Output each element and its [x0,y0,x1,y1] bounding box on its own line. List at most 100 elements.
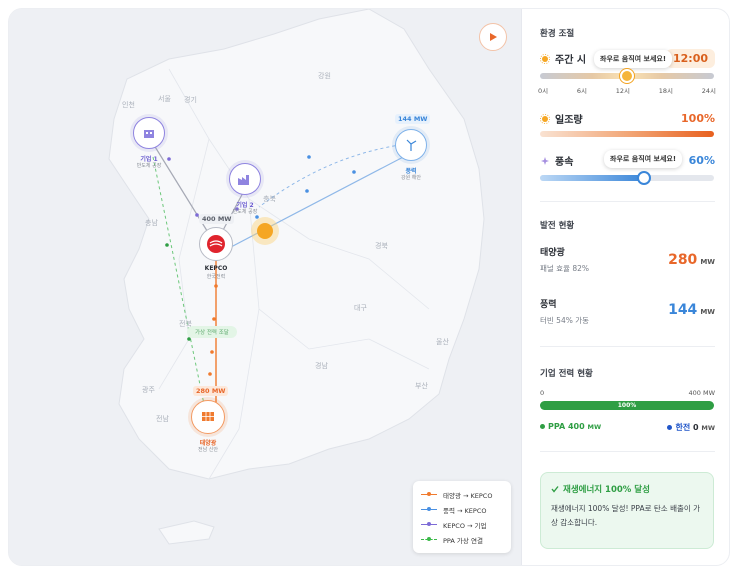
ppa-stat-unit: MW [587,423,602,431]
sunlight-label-text: 일조량 [555,115,583,126]
play-button[interactable] [479,23,507,51]
ppa-label: 가상 전력 조달 [187,326,237,338]
solar-gen-value: 280 [668,252,698,268]
kepco-stat-value: 0 [692,423,699,432]
sunlight-label: 일조량 [540,111,583,126]
solar-gen-desc: 패널 효율 82% [540,264,590,273]
jeju-island-shape [158,520,215,545]
solar-gen-value-group: 280 MW [668,249,715,268]
daytime-label-text: 주간 시 [555,55,587,66]
app-frame: 강원 서울 경기 인천 충북 충남 경북 대구 전북 울산 광주 전남 경남 부… [8,8,730,566]
solar-badge: 280 MW [193,386,229,396]
legend-item: 풍력 → KEPCO [421,502,503,517]
windspeed-tooltip: 좌우로 움직여 보세요! [604,150,683,168]
wind-badge: 144 MW [395,114,431,124]
legend-label: KEPCO → 기업 [443,521,487,530]
alert-body: 재생에너지 100% 달성! PPA로 탄소 배출이 가상 감소합니다. [551,504,701,527]
divider [540,201,715,202]
wind-gen-unit: MW [700,308,715,316]
solar-gen-info: 태양광 패널 효율 82% [540,245,589,274]
sunlight-bar[interactable] [540,131,714,137]
region-label: 서울 [158,95,171,103]
daytime-slider-thumb[interactable] [620,69,634,83]
solar-gen-name: 태양광 [540,248,565,258]
wind-icon [541,156,549,165]
daytime-label: 주간 시 [540,51,586,66]
renewable-alert: 재생에너지 100% 달성 재생에너지 100% 달성! PPA로 탄소 배출이… [540,472,714,549]
region-label: 부산 [415,382,428,390]
ppa-stat: PPA 400 MW [540,422,601,431]
control-panel: 환경 조절 주간 시 12:00 좌우로 움직여 보세요! 0시 6시 12시 … [521,9,729,565]
map-legend: 태양광 → KEPCO 풍력 → KEPCO KEPCO → 기업 PPA 가상… [413,481,511,553]
node-solar-sub: 전남 신안 [198,447,218,453]
wind-gen-name: 풍력 [540,300,557,310]
kepco-dot [667,425,673,430]
sun-icon [257,223,273,239]
ppa-dot [540,424,545,429]
windspeed-slider[interactable] [540,175,714,181]
region-label: 강원 [318,72,331,80]
factory-icon [144,130,154,138]
corp-min-label: 0 [540,389,545,397]
corp-title: 기업 전력 현황 [540,369,593,379]
legend-item: 태양광 → KEPCO [421,487,503,502]
node-kepco-sub: 한국전력 [206,274,226,280]
node-company2[interactable] [229,163,261,195]
node-company1-sub: 반도체 공장 [136,163,162,169]
region-label: 경북 [375,242,388,250]
region-label: 전남 [156,415,169,423]
divider [540,451,715,452]
ppa-stat-label: PPA [548,422,566,431]
wind-gen-value-group: 144 MW [668,299,715,318]
play-icon [490,33,497,41]
legend-swatch [421,537,437,541]
legend-swatch [421,522,437,526]
windspeed-slider-fill [540,175,645,181]
node-company1[interactable] [133,117,165,149]
daytime-value: 12:00 [665,49,715,68]
solar-panel-icon [202,412,214,421]
legend-item: PPA 가상 연결 [421,532,503,547]
divider [540,346,715,347]
factory-icon [238,175,249,185]
region-label: 울산 [436,338,449,346]
tick-label: 12시 [615,87,630,95]
legend-label: PPA 가상 연결 [443,536,483,545]
kepco-stat-unit: MW [701,424,715,432]
kepco-stat-label: 한전 [675,423,691,432]
sun-icon [540,53,550,64]
node-wind-sub: 강원 해안 [401,175,421,181]
legend-label: 태양광 → KEPCO [443,491,493,500]
daytime-tooltip: 좌우로 움직여 보세요! [594,50,673,68]
region-label: 경남 [315,362,328,370]
legend-item: KEPCO → 기업 [421,517,503,532]
region-label: 대구 [354,304,367,312]
env-title: 환경 조절 [540,29,575,39]
check-icon [551,486,559,493]
legend-swatch [421,507,437,511]
corp-bar-fill: 100% [540,401,714,410]
corp-bar: 100% [540,401,714,410]
wind-turbine-icon [406,139,417,151]
solar-gen-unit: MW [700,258,715,266]
node-kepco[interactable] [199,227,233,261]
gen-title: 발전 현황 [540,221,575,231]
ppa-stat-value: 400 [567,422,585,431]
tick-label: 24시 [701,87,716,95]
node-kepco-title: KEPCO [204,265,228,272]
windspeed-label-text: 풍속 [555,157,574,168]
region-label: 충북 [263,195,276,203]
wind-gen-desc: 터빈 54% 가동 [540,316,590,325]
region-label: 광주 [142,386,155,394]
corp-max-label: 400 MW [688,389,715,397]
alert-title-text: 재생에너지 100% 달성 [563,485,650,495]
node-solar[interactable] [191,400,225,434]
node-wind[interactable] [395,129,427,161]
wind-gen-value: 144 [668,302,698,318]
kepco-stat: 한전 0 MW [667,422,715,433]
sunlight-value: 100% [681,112,715,125]
legend-label: 풍력 → KEPCO [443,506,487,515]
windspeed-slider-thumb[interactable] [637,171,652,185]
map-area[interactable]: 강원 서울 경기 인천 충북 충남 경북 대구 전북 울산 광주 전남 경남 부… [9,9,521,565]
region-label: 충남 [145,219,158,227]
